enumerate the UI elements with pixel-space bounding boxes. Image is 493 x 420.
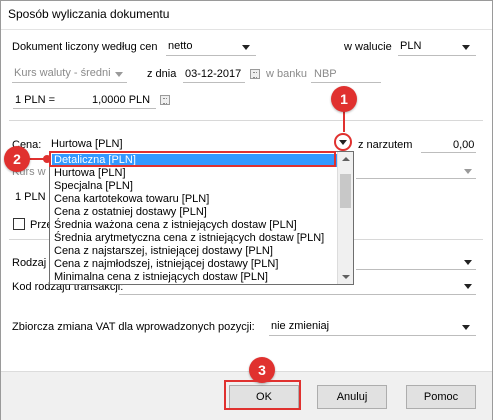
bank-label: w banku (266, 68, 307, 80)
price-dropdown-button[interactable] (334, 133, 352, 151)
date-value[interactable]: 03-12-2017 (185, 68, 241, 80)
markup-label: z narzutem (358, 139, 413, 151)
title-separator (1, 29, 492, 30)
title-bar: Sposób wyliczania dokumentu (1, 1, 492, 29)
dropdown-option[interactable]: Specjalna [PLN] (52, 180, 133, 193)
window-title: Sposób wyliczania dokumentu (8, 7, 170, 21)
price-mode-select[interactable]: netto (166, 38, 256, 56)
scroll-down-icon[interactable] (342, 275, 350, 279)
dropdown-option[interactable]: Cena z najmłodszej, istniejącej dostawy … (52, 258, 278, 271)
chevron-down-icon (115, 72, 123, 77)
chevron-down-icon (242, 45, 250, 50)
type-partial-label: Rodzaj (12, 257, 47, 269)
bank-underline (311, 82, 381, 83)
section-divider (9, 120, 483, 121)
rate-type-select[interactable]: Kurs waluty - średni (12, 65, 127, 83)
markup-value[interactable]: 0,00 (453, 139, 474, 151)
type-row-underline (356, 269, 476, 270)
dropdown-option[interactable]: Średnia ważona cena z istniejących dosta… (52, 219, 297, 232)
bank-value: NBP (314, 68, 337, 80)
dropdown-option[interactable]: Cena kartotekowa towaru [PLN] (52, 193, 209, 206)
price-dropdown-list[interactable]: Detaliczna [PLN] Hurtowa [PLN] Specjalna… (49, 151, 354, 285)
help-button[interactable]: Pomoc (406, 385, 476, 409)
dropdown-option[interactable]: Cena z najstarszej, istniejącej dostawy … (52, 245, 273, 258)
step-marker-1: 1 (331, 86, 357, 112)
price-basis-label: Dokument liczony według cen (12, 41, 158, 53)
transaction-code-underline (119, 294, 476, 295)
vat-select[interactable]: nie zmieniaj (269, 318, 476, 336)
scroll-up-icon[interactable] (342, 157, 350, 161)
rate-value: 1,0000 PLN (92, 94, 151, 106)
vat-label: Zbiorcza zmiana VAT dla wprowadzonych po… (12, 321, 255, 333)
chevron-down-icon (464, 169, 472, 174)
annotation-highlight-ok (224, 380, 301, 410)
calculator-icon[interactable] (160, 95, 170, 105)
rate-left-label: 1 PLN = (15, 94, 56, 106)
chevron-down-icon (464, 260, 472, 265)
dropdown-option[interactable]: Hurtowa [PLN] (52, 167, 126, 180)
currency-value: PLN (400, 40, 422, 52)
dropdown-option[interactable]: Cena z ostatniej dostawy [PLN] (52, 206, 207, 219)
scrollbar-thumb[interactable] (340, 174, 351, 208)
currency-label: w walucie (344, 41, 392, 53)
date-underline (183, 82, 245, 83)
dropdown-option[interactable]: Minimalna cena z istniejących dostaw [PL… (52, 271, 268, 284)
step-marker-2: 2 (4, 146, 30, 172)
price-mode-value: netto (168, 40, 193, 52)
calendar-icon[interactable] (250, 69, 260, 79)
markup-underline (421, 152, 476, 153)
vat-value: nie zmieniaj (271, 320, 330, 332)
annotation-highlight-option (49, 151, 336, 167)
dialog-window: Sposób wyliczania dokumentu Dokument lic… (0, 0, 493, 420)
hidden-row-underline (356, 178, 476, 179)
rate-underline (13, 108, 156, 109)
rate-type-value: Kurs waluty - średni (14, 67, 111, 79)
annotation-dot (43, 155, 51, 163)
recalculate-checkbox[interactable] (13, 218, 25, 230)
date-label: z dnia (147, 68, 177, 80)
currency-select[interactable]: PLN (398, 38, 476, 56)
dropdown-option[interactable]: Średnia arytmetyczna cena z istniejących… (52, 232, 324, 245)
dropdown-scrollbar[interactable] (337, 152, 353, 284)
chevron-down-icon (339, 140, 347, 145)
chevron-down-icon (464, 284, 472, 289)
chevron-down-icon (462, 325, 470, 330)
price-value: Hurtowa [PLN] (51, 138, 123, 150)
chevron-down-icon (462, 45, 470, 50)
cancel-button[interactable]: Anuluj (317, 385, 387, 409)
